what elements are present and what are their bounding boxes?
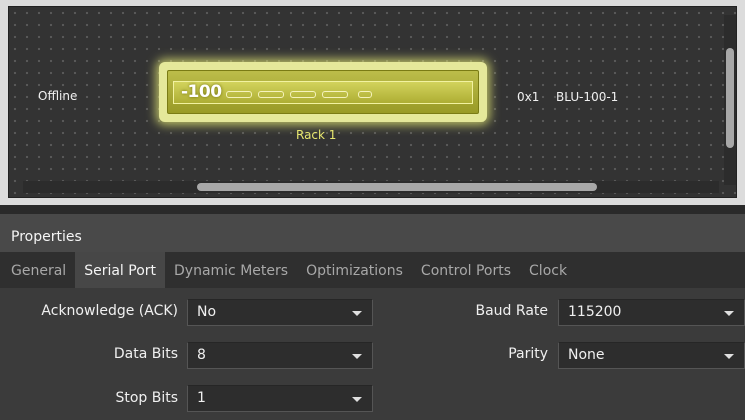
stop-bits-label: Stop Bits	[115, 390, 178, 406]
device-logo: -100	[181, 82, 222, 102]
device-front-panel: -100	[173, 81, 473, 104]
baud-rate-value: 115200	[568, 304, 622, 320]
tab-optimizations[interactable]: Optimizations	[297, 252, 412, 288]
parity-select[interactable]: None	[558, 342, 745, 369]
device-name: BLU-100-1	[556, 90, 619, 104]
baud-rate-select[interactable]: 115200	[558, 299, 745, 326]
stop-bits-value: 1	[197, 390, 206, 406]
tab-serial-port[interactable]: Serial Port	[75, 252, 166, 288]
chevron-down-icon	[352, 354, 362, 359]
vertical-scrollbar-thumb[interactable]	[726, 48, 734, 148]
device-blu-100[interactable]: -100	[159, 62, 487, 122]
rack-label: Rack 1	[296, 128, 337, 142]
data-bits-select[interactable]: 8	[187, 342, 373, 369]
data-bits-value: 8	[197, 347, 206, 363]
canvas-frame: Offline -100 Rack 1 0x1 BLU-100-1	[0, 0, 745, 205]
chevron-down-icon	[724, 311, 734, 316]
device-address: 0x1	[517, 90, 540, 104]
serial-port-form: Acknowledge (ACK) No Data Bits 8 Stop Bi…	[0, 288, 745, 420]
design-canvas[interactable]: Offline -100 Rack 1 0x1 BLU-100-1	[8, 6, 737, 198]
ack-select[interactable]: No	[187, 299, 373, 326]
chevron-down-icon	[724, 354, 734, 359]
horizontal-scrollbar-thumb[interactable]	[197, 183, 597, 191]
port-icon	[226, 91, 252, 98]
vertical-scrollbar[interactable]	[724, 15, 736, 185]
chevron-down-icon	[352, 397, 362, 402]
tab-control-ports[interactable]: Control Ports	[412, 252, 520, 288]
data-bits-label: Data Bits	[113, 346, 178, 362]
tab-clock[interactable]: Clock	[520, 252, 576, 288]
port-icon	[290, 91, 316, 98]
parity-value: None	[568, 347, 605, 363]
port-icon	[258, 91, 284, 98]
chevron-down-icon	[352, 311, 362, 316]
baud-rate-label: Baud Rate	[475, 303, 549, 319]
panel-splitter[interactable]	[0, 205, 745, 214]
port-icon	[322, 91, 348, 98]
device-body: -100	[167, 70, 479, 114]
tab-dynamic-meters[interactable]: Dynamic Meters	[165, 252, 297, 288]
stop-bits-select[interactable]: 1	[187, 385, 373, 412]
parity-label: Parity	[508, 346, 548, 362]
panel-title: Properties	[0, 214, 745, 252]
tab-general[interactable]: General	[0, 252, 75, 288]
ack-label: Acknowledge (ACK)	[41, 303, 178, 319]
port-icon	[358, 91, 372, 98]
ack-value: No	[197, 304, 217, 320]
horizontal-scrollbar[interactable]	[23, 181, 719, 193]
properties-tabs: General Serial Port Dynamic Meters Optim…	[0, 252, 745, 288]
device-status-label: Offline	[38, 89, 78, 103]
